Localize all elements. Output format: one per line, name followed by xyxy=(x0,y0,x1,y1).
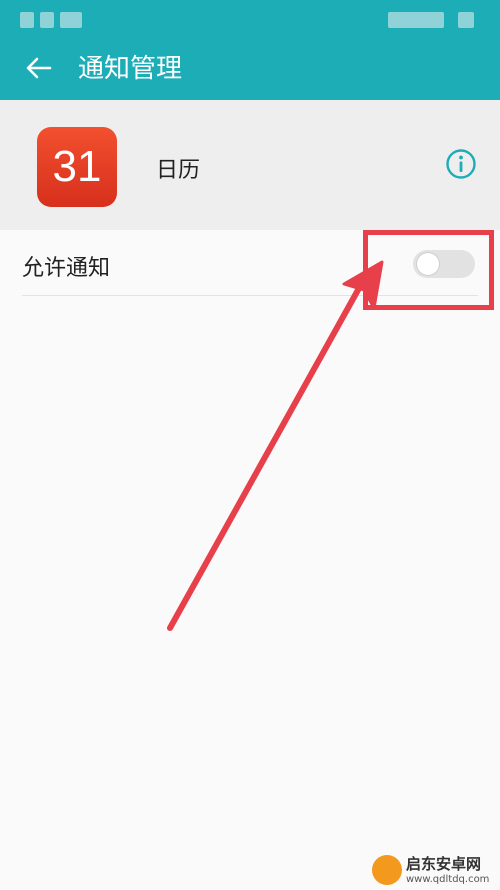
app-bar: 通知管理 xyxy=(0,40,500,100)
back-button[interactable] xyxy=(18,50,58,90)
allow-notifications-label: 允许通知 xyxy=(22,256,111,281)
calendar-app-icon: 31 xyxy=(37,127,117,207)
calendar-date-label: 31 xyxy=(52,142,102,191)
info-icon xyxy=(445,148,477,184)
annotation-highlight-box xyxy=(363,230,494,310)
arrow-left-icon xyxy=(24,56,52,84)
watermark-url: www.qdltdq.com xyxy=(406,874,490,885)
watermark-name: 启东安卓网 xyxy=(406,855,482,873)
app-name: 日历 xyxy=(156,158,201,183)
signal-icon xyxy=(40,12,54,28)
wifi-icon xyxy=(60,12,82,28)
app-header: 31 日历 xyxy=(0,100,500,230)
status-bar xyxy=(0,0,500,40)
signal-icon xyxy=(20,12,34,28)
watermark: 启东安卓网 www.qdltdq.com xyxy=(372,855,496,887)
app-info-button[interactable] xyxy=(444,149,478,183)
watermark-logo-icon xyxy=(372,855,402,885)
status-info xyxy=(388,12,444,28)
battery-icon xyxy=(458,12,474,28)
page-title: 通知管理 xyxy=(78,54,183,84)
